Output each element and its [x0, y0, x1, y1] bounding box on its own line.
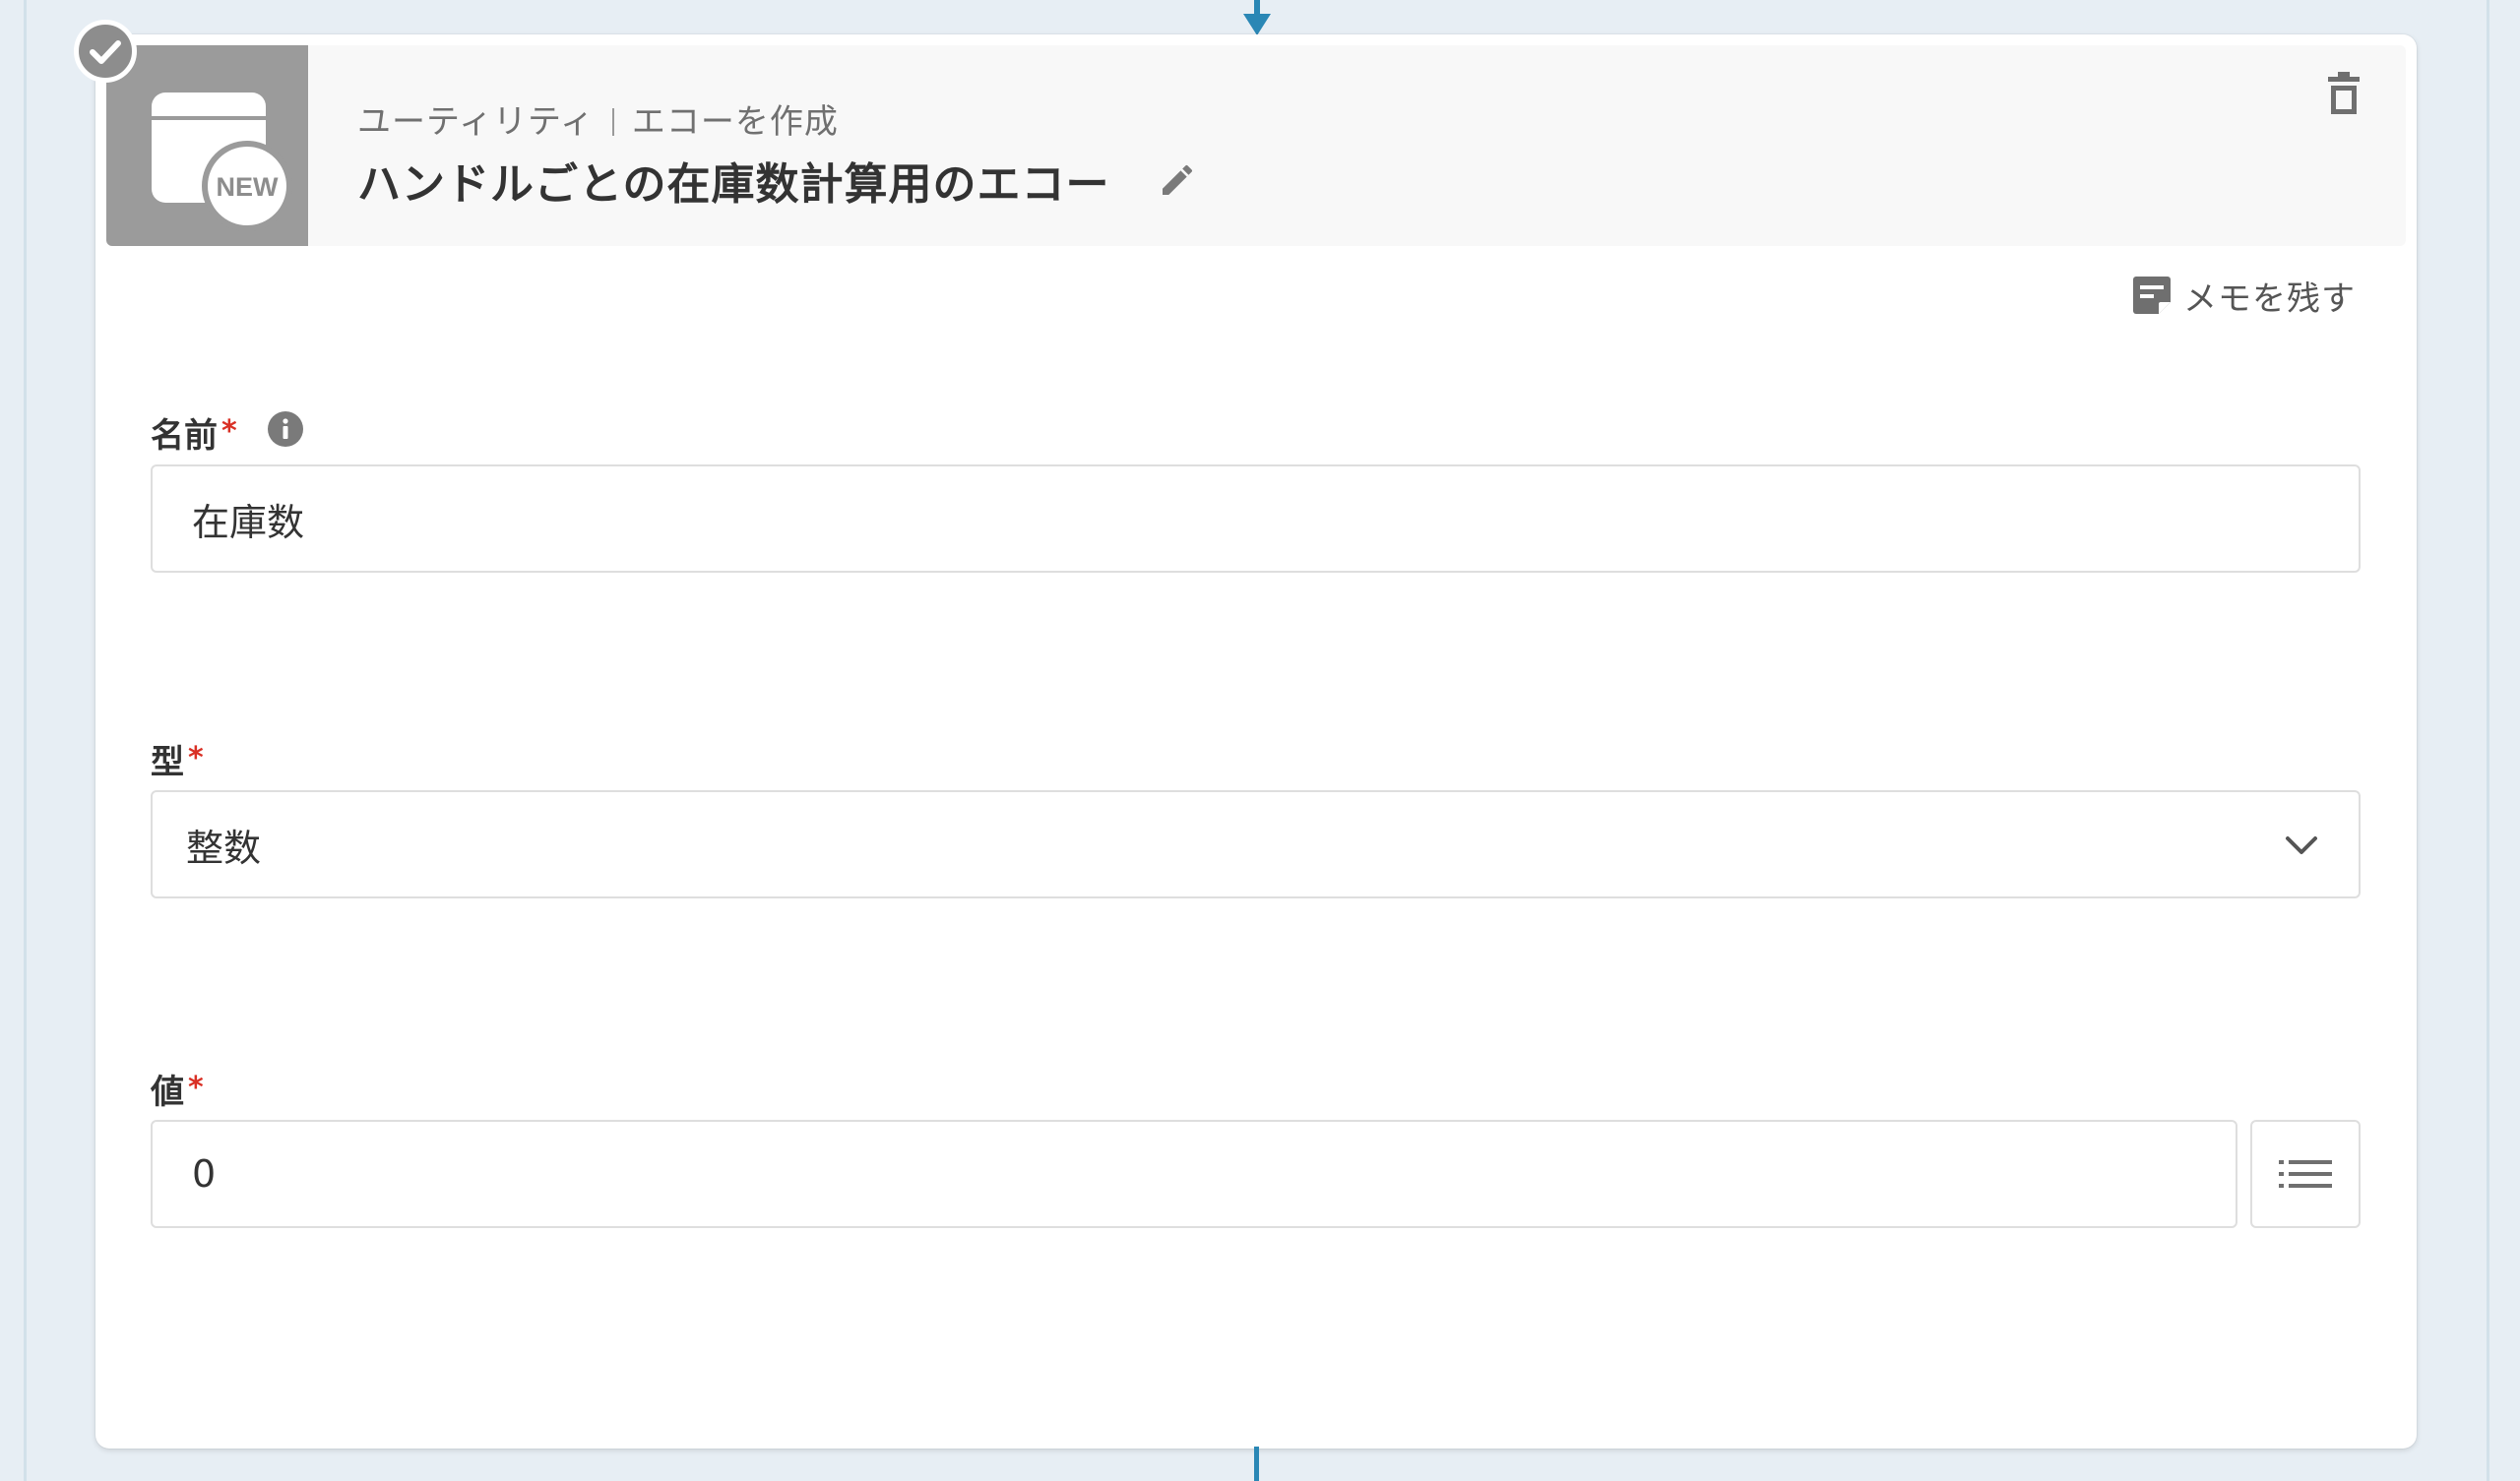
- flow-connector-arrow-icon: [1243, 0, 1271, 35]
- lane-border-left: [24, 0, 27, 1481]
- echo-step-card: NEW ユーティリティ エコーを作成 ハンドルごとの在庫数計算用のエコー メモを残…: [74, 20, 2417, 1449]
- breadcrumb-separator: [611, 108, 614, 136]
- step-header: NEW ユーティリティ エコーを作成 ハンドルごとの在庫数計算用のエコー: [106, 45, 2406, 246]
- list-icon: [2279, 1160, 2332, 1188]
- breadcrumb: ユーティリティ エコーを作成: [357, 94, 839, 143]
- check-status-icon: [74, 20, 137, 83]
- breadcrumb-category: ユーティリティ: [357, 102, 595, 142]
- new-badge-label: NEW: [216, 172, 279, 202]
- name-input-value: 在庫数: [192, 500, 305, 544]
- type-label-text: 型: [151, 743, 184, 782]
- value-field-label: 値 *: [151, 1065, 204, 1113]
- memo-button[interactable]: メモを残す: [2132, 271, 2356, 320]
- breadcrumb-action: エコーを作成: [631, 102, 839, 142]
- name-field-label: 名前 *: [151, 408, 237, 457]
- trash-icon[interactable]: [2324, 71, 2363, 118]
- variable-list-button[interactable]: [2250, 1120, 2361, 1228]
- value-input-value: 0: [192, 1152, 217, 1196]
- type-field-label: 型 *: [151, 735, 204, 783]
- new-app-icon: NEW: [106, 45, 308, 246]
- value-label-text: 値: [151, 1073, 184, 1112]
- name-label-text: 名前: [151, 416, 218, 456]
- memo-label: メモを残す: [2183, 278, 2356, 319]
- step-title[interactable]: ハンドルごとの在庫数計算用のエコー: [357, 149, 1110, 212]
- required-mark: *: [188, 741, 204, 775]
- name-input[interactable]: 在庫数: [151, 464, 2361, 573]
- lane-border-right: [2487, 0, 2489, 1481]
- pencil-icon[interactable]: [1158, 160, 1197, 200]
- chevron-down-icon: [2286, 836, 2317, 854]
- required-mark: *: [221, 414, 237, 449]
- type-select[interactable]: 整数: [151, 790, 2361, 898]
- value-input[interactable]: 0: [151, 1120, 2237, 1228]
- flow-connector-line: [1254, 1447, 1259, 1481]
- type-selected-value: 整数: [186, 826, 262, 870]
- required-mark: *: [188, 1071, 204, 1105]
- info-icon[interactable]: [267, 410, 304, 448]
- app-window-icon: [152, 93, 292, 231]
- memo-icon: [2133, 277, 2171, 314]
